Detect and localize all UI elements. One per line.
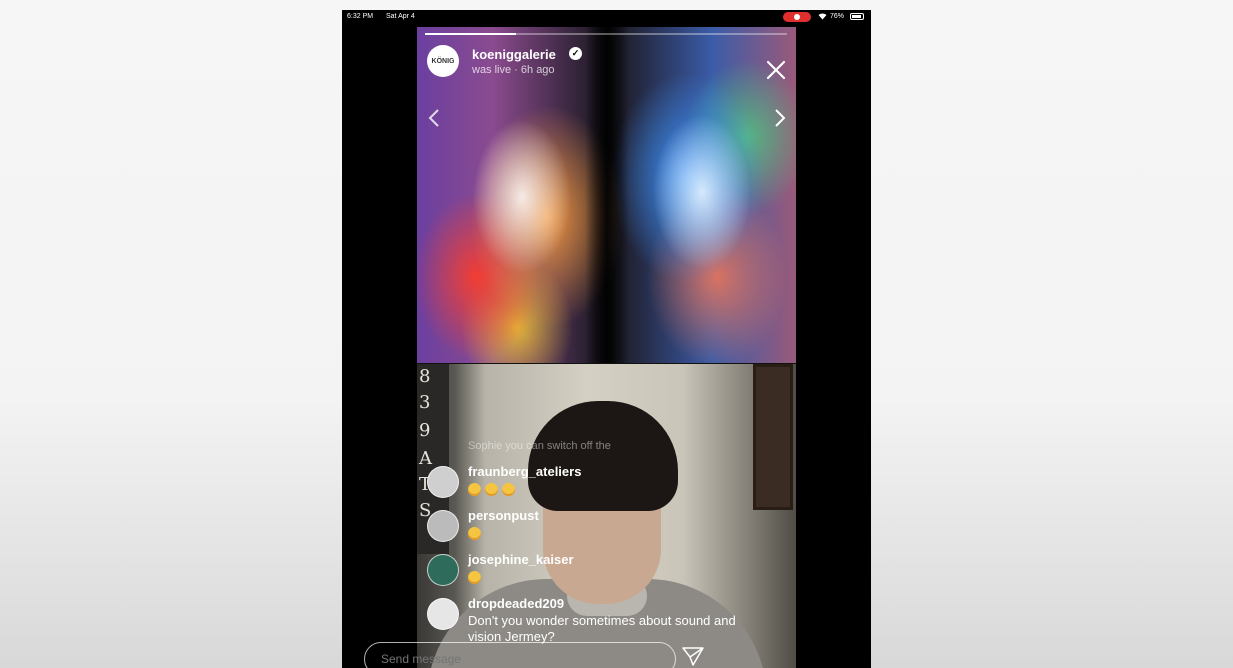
emoji-icon bbox=[468, 527, 481, 541]
live-status-text: was live · 6h ago bbox=[472, 64, 555, 76]
emoji-icon bbox=[468, 571, 481, 585]
live-comments: Sophie you can switch off the fraunberg_… bbox=[417, 427, 796, 644]
koenig-logo: KÖNIG bbox=[431, 57, 455, 65]
send-icon[interactable] bbox=[682, 646, 704, 666]
record-dot-icon bbox=[794, 14, 800, 20]
tablet-screen: 6:32 PM Sat Apr 4 76% KÖNIG koeniggaleri… bbox=[342, 10, 871, 668]
screen-recording-indicator[interactable] bbox=[783, 12, 811, 22]
faded-comment: Sophie you can switch off the bbox=[468, 440, 611, 452]
emoji-icon bbox=[502, 483, 515, 497]
status-bar: 6:32 PM Sat Apr 4 76% bbox=[342, 10, 871, 24]
close-icon[interactable] bbox=[765, 59, 787, 81]
emoji-icon bbox=[468, 483, 481, 497]
status-date: Sat Apr 4 bbox=[386, 13, 415, 20]
comment-emojis bbox=[468, 481, 768, 497]
profile-username[interactable]: koeniggalerie bbox=[472, 47, 556, 62]
comment-avatar[interactable] bbox=[427, 510, 459, 542]
status-time: 6:32 PM bbox=[347, 13, 374, 20]
comment-emojis bbox=[468, 525, 768, 541]
chevron-right-icon[interactable] bbox=[773, 107, 787, 129]
story-progress-bar bbox=[425, 33, 787, 35]
comment-username[interactable]: josephine_kaiser bbox=[468, 552, 574, 567]
instagram-live-replay: KÖNIG koeniggalerie ✓ was live · 6h ago … bbox=[417, 27, 796, 668]
profile-avatar[interactable]: KÖNIG bbox=[427, 45, 459, 77]
comment-username[interactable]: dropdeaded209 bbox=[468, 596, 564, 611]
story-progress-fill bbox=[425, 33, 516, 35]
send-message-input[interactable] bbox=[364, 642, 676, 668]
comment-avatar[interactable] bbox=[427, 554, 459, 586]
battery-icon bbox=[850, 13, 864, 20]
comment-username[interactable]: personpust bbox=[468, 508, 539, 523]
wifi-icon bbox=[818, 12, 827, 22]
comment-avatar[interactable] bbox=[427, 598, 459, 630]
chevron-left-icon[interactable] bbox=[427, 107, 441, 129]
verified-badge-icon: ✓ bbox=[569, 47, 582, 60]
comment-text: Don't you wonder sometimes about sound a… bbox=[468, 613, 736, 644]
comment-username[interactable]: fraunberg_ateliers bbox=[468, 464, 581, 479]
battery-percentage: 76% bbox=[830, 13, 845, 20]
host-video bbox=[417, 27, 796, 363]
comment-avatar[interactable] bbox=[427, 466, 459, 498]
comment-emojis bbox=[468, 569, 768, 585]
emoji-icon bbox=[485, 483, 498, 497]
